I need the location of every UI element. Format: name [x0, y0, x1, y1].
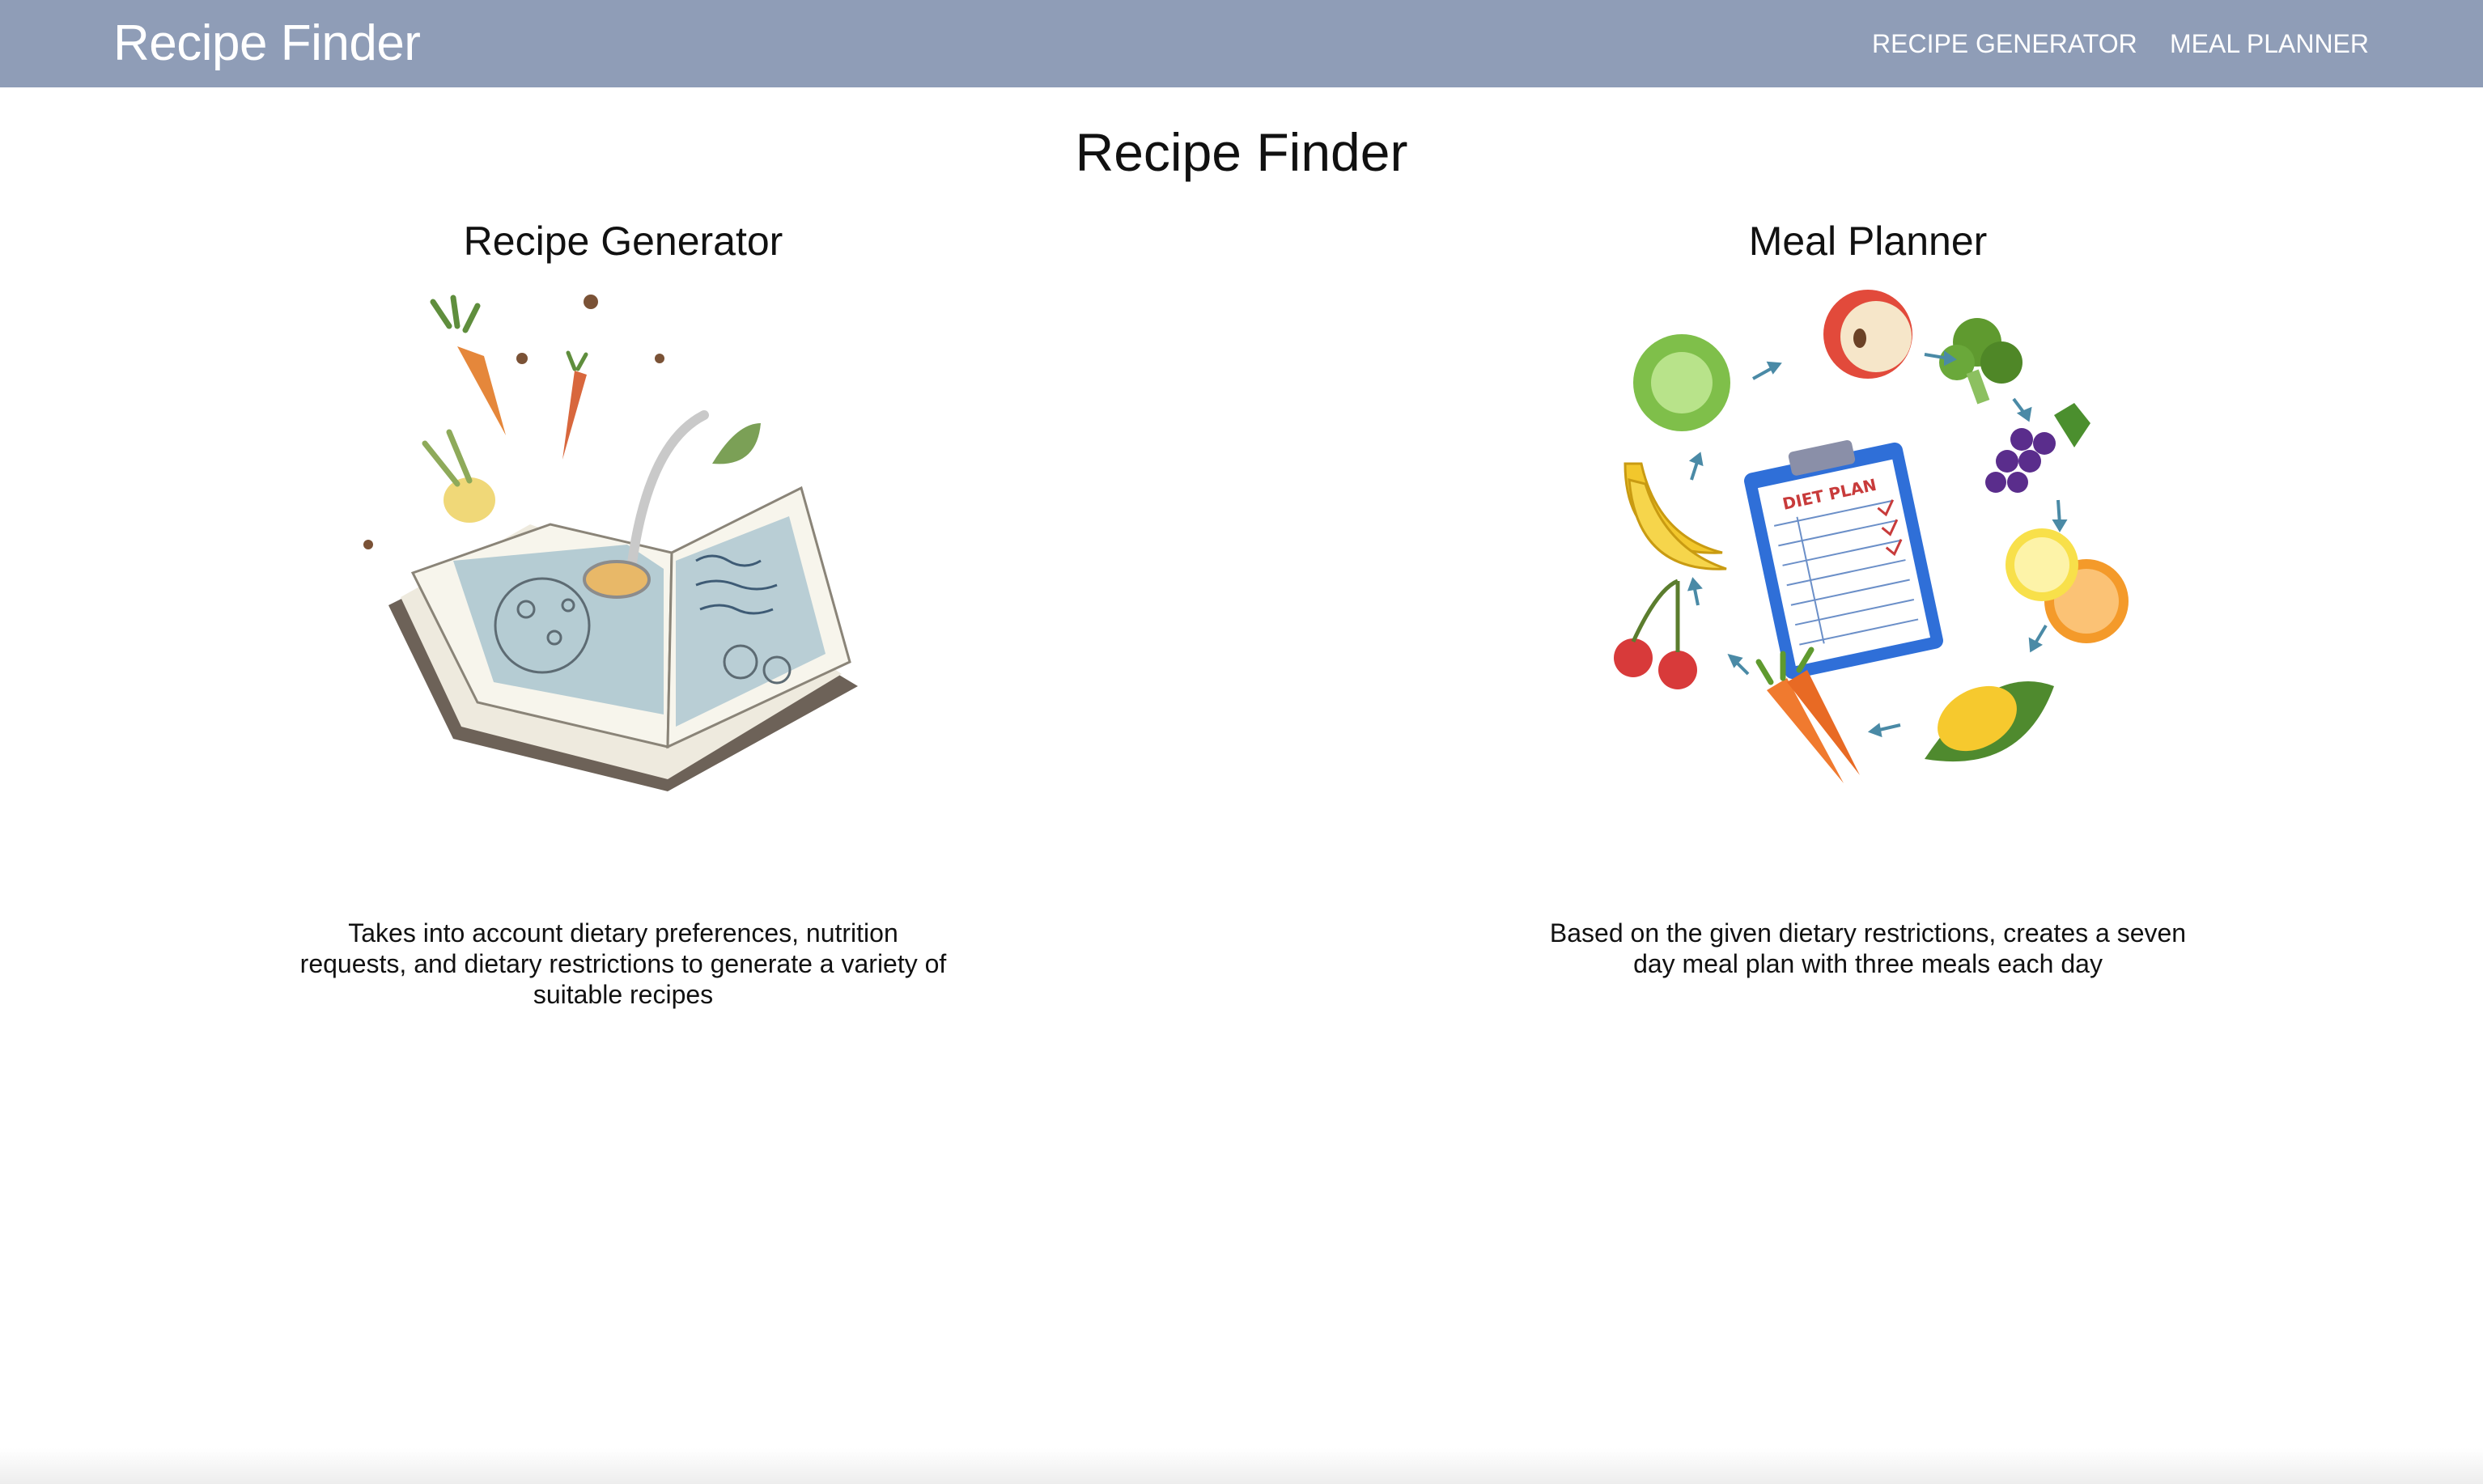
meal-planner-title[interactable]: Meal Planner: [1504, 210, 2232, 272]
recipe-generator-description: Takes into account dietary preferences, …: [299, 918, 947, 1009]
recipe-generator-title[interactable]: Recipe Generator: [259, 210, 987, 272]
nav-link-recipe-generator[interactable]: RECIPE GENERATOR: [1872, 28, 2137, 60]
page-title: Recipe Finder: [1075, 122, 1408, 182]
diet-plan-illustration[interactable]: DIET PLAN: [1601, 282, 2135, 816]
nav-link-meal-planner[interactable]: MEAL PLANNER: [2170, 28, 2369, 60]
recipe-book-illustration[interactable]: [356, 282, 890, 816]
top-navbar: Recipe Finder RECIPE GENERATOR MEAL PLAN…: [0, 0, 2483, 87]
window-bottom-edge: [0, 1448, 2483, 1484]
meal-planner-card[interactable]: Meal Planner DIET PLAN Based on the give…: [1504, 210, 2232, 978]
recipe-generator-card[interactable]: Recipe Generator Takes into account diet…: [259, 210, 987, 1009]
meal-planner-description: Based on the given dietary restrictions,…: [1549, 918, 2187, 978]
brand-link[interactable]: Recipe Finder: [113, 13, 421, 74]
